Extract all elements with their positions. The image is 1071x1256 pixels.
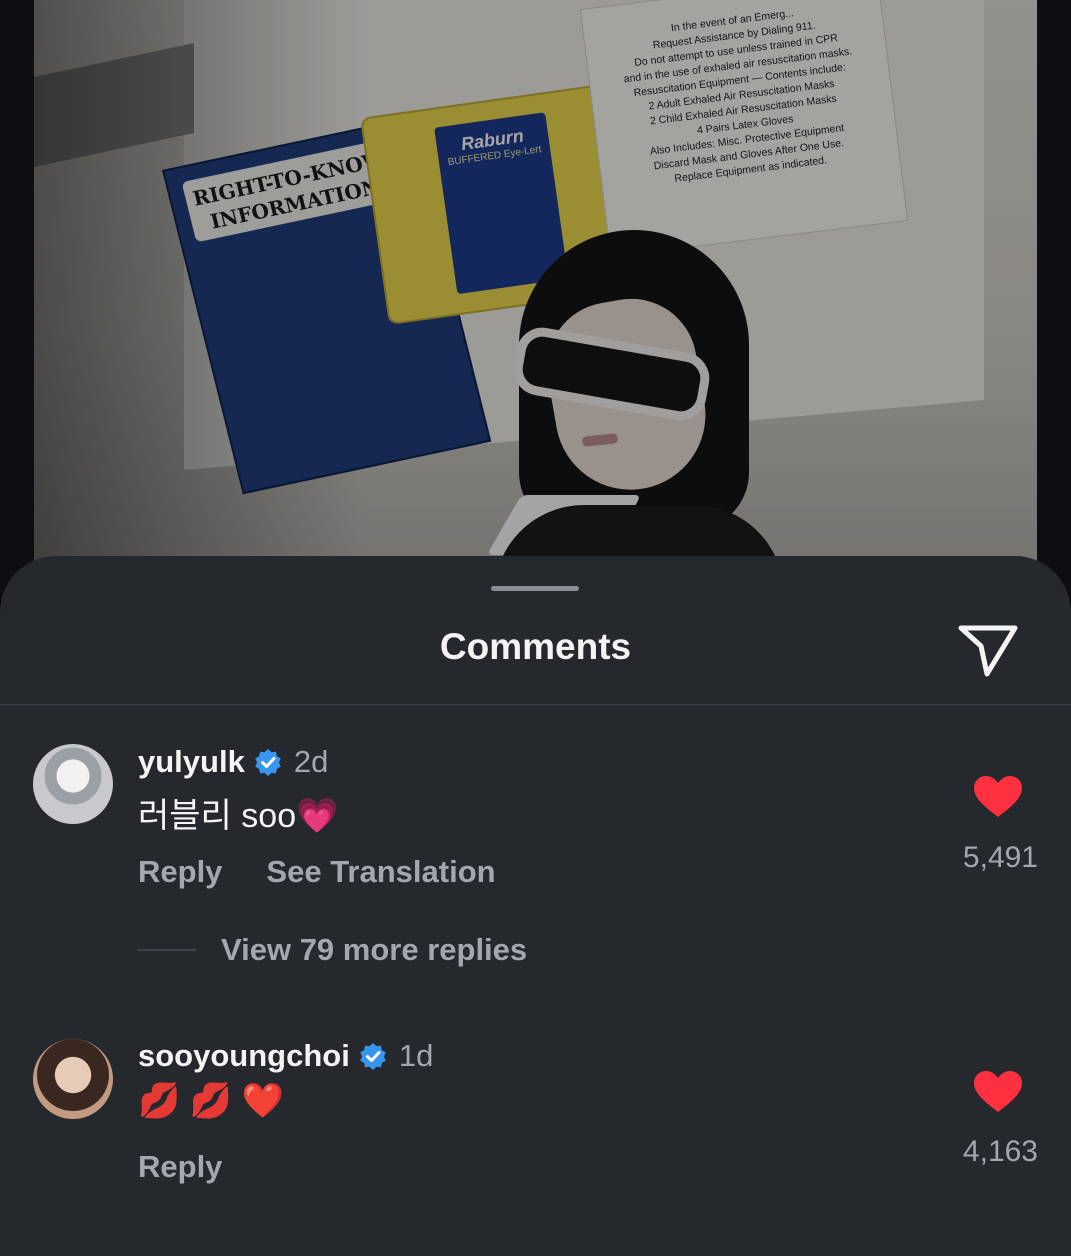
comment-timestamp: 1d bbox=[398, 1038, 434, 1073]
view-replies-row[interactable]: View 79 more replies bbox=[138, 932, 527, 968]
like-heart-icon[interactable] bbox=[972, 775, 1024, 819]
view-more-replies-button[interactable]: View 79 more replies bbox=[221, 932, 527, 968]
comment-timestamp: 2d bbox=[293, 744, 329, 779]
comment-header: yulyulk 2d bbox=[138, 742, 328, 782]
comment-text: 💋 💋 ❤️ bbox=[138, 1082, 284, 1120]
sheet-grabber-handle[interactable] bbox=[491, 586, 579, 591]
comments-sheet: Comments yulyulk 2d 러블리 soo💗 Reply See T… bbox=[0, 556, 1071, 1256]
like-count: 5,491 bbox=[962, 841, 1038, 874]
comment-text: 러블리 soo💗 bbox=[138, 797, 339, 835]
comment-header: sooyoungchoi 1d bbox=[138, 1036, 433, 1076]
verified-badge-icon bbox=[255, 749, 281, 776]
replies-divider-line bbox=[138, 949, 196, 951]
comment-username[interactable]: sooyoungchoi bbox=[138, 1038, 350, 1074]
sheet-title: Comments bbox=[439, 626, 632, 667]
like-count: 4,163 bbox=[962, 1135, 1038, 1168]
like-heart-icon[interactable] bbox=[972, 1070, 1024, 1114]
avatar[interactable] bbox=[33, 1039, 113, 1119]
comment-actions: Reply bbox=[138, 1149, 266, 1185]
header-divider bbox=[0, 704, 1071, 705]
photo-dim-overlay bbox=[34, 0, 1037, 600]
reply-button[interactable]: Reply bbox=[138, 1149, 222, 1185]
verified-badge-icon bbox=[360, 1043, 386, 1070]
see-translation-button[interactable]: See Translation bbox=[266, 854, 495, 890]
comment-item: sooyoungchoi 1d 💋 💋 ❤️ Reply 4,163 bbox=[0, 1011, 1071, 1211]
post-image-area: RIGHT-TO-KNOW INFORMATION Raburn BUFFERE… bbox=[0, 0, 1071, 600]
paper-plane-icon[interactable] bbox=[955, 620, 1021, 680]
comment-actions: Reply See Translation bbox=[138, 854, 540, 890]
reply-button[interactable]: Reply bbox=[138, 854, 222, 890]
post-photo: RIGHT-TO-KNOW INFORMATION Raburn BUFFERE… bbox=[34, 0, 1037, 600]
comment-item: yulyulk 2d 러블리 soo💗 Reply See Translatio… bbox=[0, 716, 1071, 986]
avatar[interactable] bbox=[33, 744, 113, 824]
comment-username[interactable]: yulyulk bbox=[138, 744, 245, 780]
